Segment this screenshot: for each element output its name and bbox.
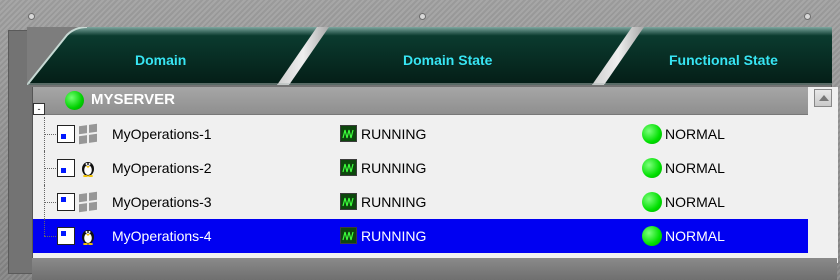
server-row-myserver[interactable]: - MYSERVER (33, 87, 832, 115)
green-status-dot-icon (642, 192, 662, 212)
column-header-bar: Domain Domain State Functional State (27, 27, 832, 85)
domain-box-icon (57, 159, 75, 177)
functional-state-text: NORMAL (665, 228, 725, 244)
tree-line (44, 219, 46, 236)
domain-state-text: RUNNING (361, 228, 427, 244)
tree-connector (44, 236, 56, 238)
domain-state-text: RUNNING (361, 194, 427, 210)
column-header-domain-state[interactable]: Domain State (403, 50, 492, 70)
server-name: MYSERVER (91, 91, 175, 108)
domain-name: MyOperations-4 (112, 228, 212, 244)
linux-penguin-icon (82, 162, 94, 177)
screw-decoration (420, 14, 425, 19)
tree-connector (44, 134, 56, 136)
domain-name: MyOperations-1 (112, 126, 212, 142)
domain-row[interactable]: MyOperations-1 RUNNING NORMAL (33, 117, 808, 151)
domain-state-text: RUNNING (361, 160, 427, 176)
running-monitor-icon (340, 193, 357, 210)
domain-row[interactable]: MyOperations-2 RUNNING NORMAL (33, 151, 808, 185)
green-status-dot-icon (642, 124, 662, 144)
panel-bottom-edge (32, 258, 837, 280)
green-status-dot-icon (642, 158, 662, 178)
windows-logo-icon (79, 123, 97, 145)
windows-logo-icon (79, 191, 97, 213)
domain-name: MyOperations-3 (112, 194, 212, 210)
tree-connector (44, 202, 56, 204)
functional-state-text: NORMAL (665, 194, 725, 210)
tree-connector (44, 168, 56, 170)
domain-box-icon (57, 227, 75, 245)
running-monitor-icon (340, 125, 357, 142)
domain-box-icon (57, 193, 75, 211)
domain-state-text: RUNNING (361, 126, 427, 142)
domain-row[interactable]: MyOperations-3 RUNNING NORMAL (33, 185, 808, 219)
green-status-dot-icon (642, 226, 662, 246)
domain-tree-list: - MYSERVER MyOperations-1 RUNNING NORMAL (32, 87, 838, 263)
server-status-icon (65, 91, 84, 110)
column-header-functional-state[interactable]: Functional State (669, 50, 778, 70)
functional-state-text: NORMAL (665, 126, 725, 142)
screw-decoration (29, 14, 34, 19)
domain-name: MyOperations-2 (112, 160, 212, 176)
linux-penguin-icon (82, 230, 94, 245)
collapse-icon[interactable]: - (33, 103, 45, 115)
scroll-up-button[interactable] (814, 89, 832, 107)
running-monitor-icon (340, 159, 357, 176)
domain-box-icon (57, 125, 75, 143)
functional-state-text: NORMAL (665, 160, 725, 176)
domain-row-selected[interactable]: MyOperations-4 RUNNING NORMAL (33, 219, 808, 253)
running-monitor-icon (340, 227, 357, 244)
screw-decoration (805, 14, 810, 19)
column-header-domain[interactable]: Domain (135, 50, 186, 70)
